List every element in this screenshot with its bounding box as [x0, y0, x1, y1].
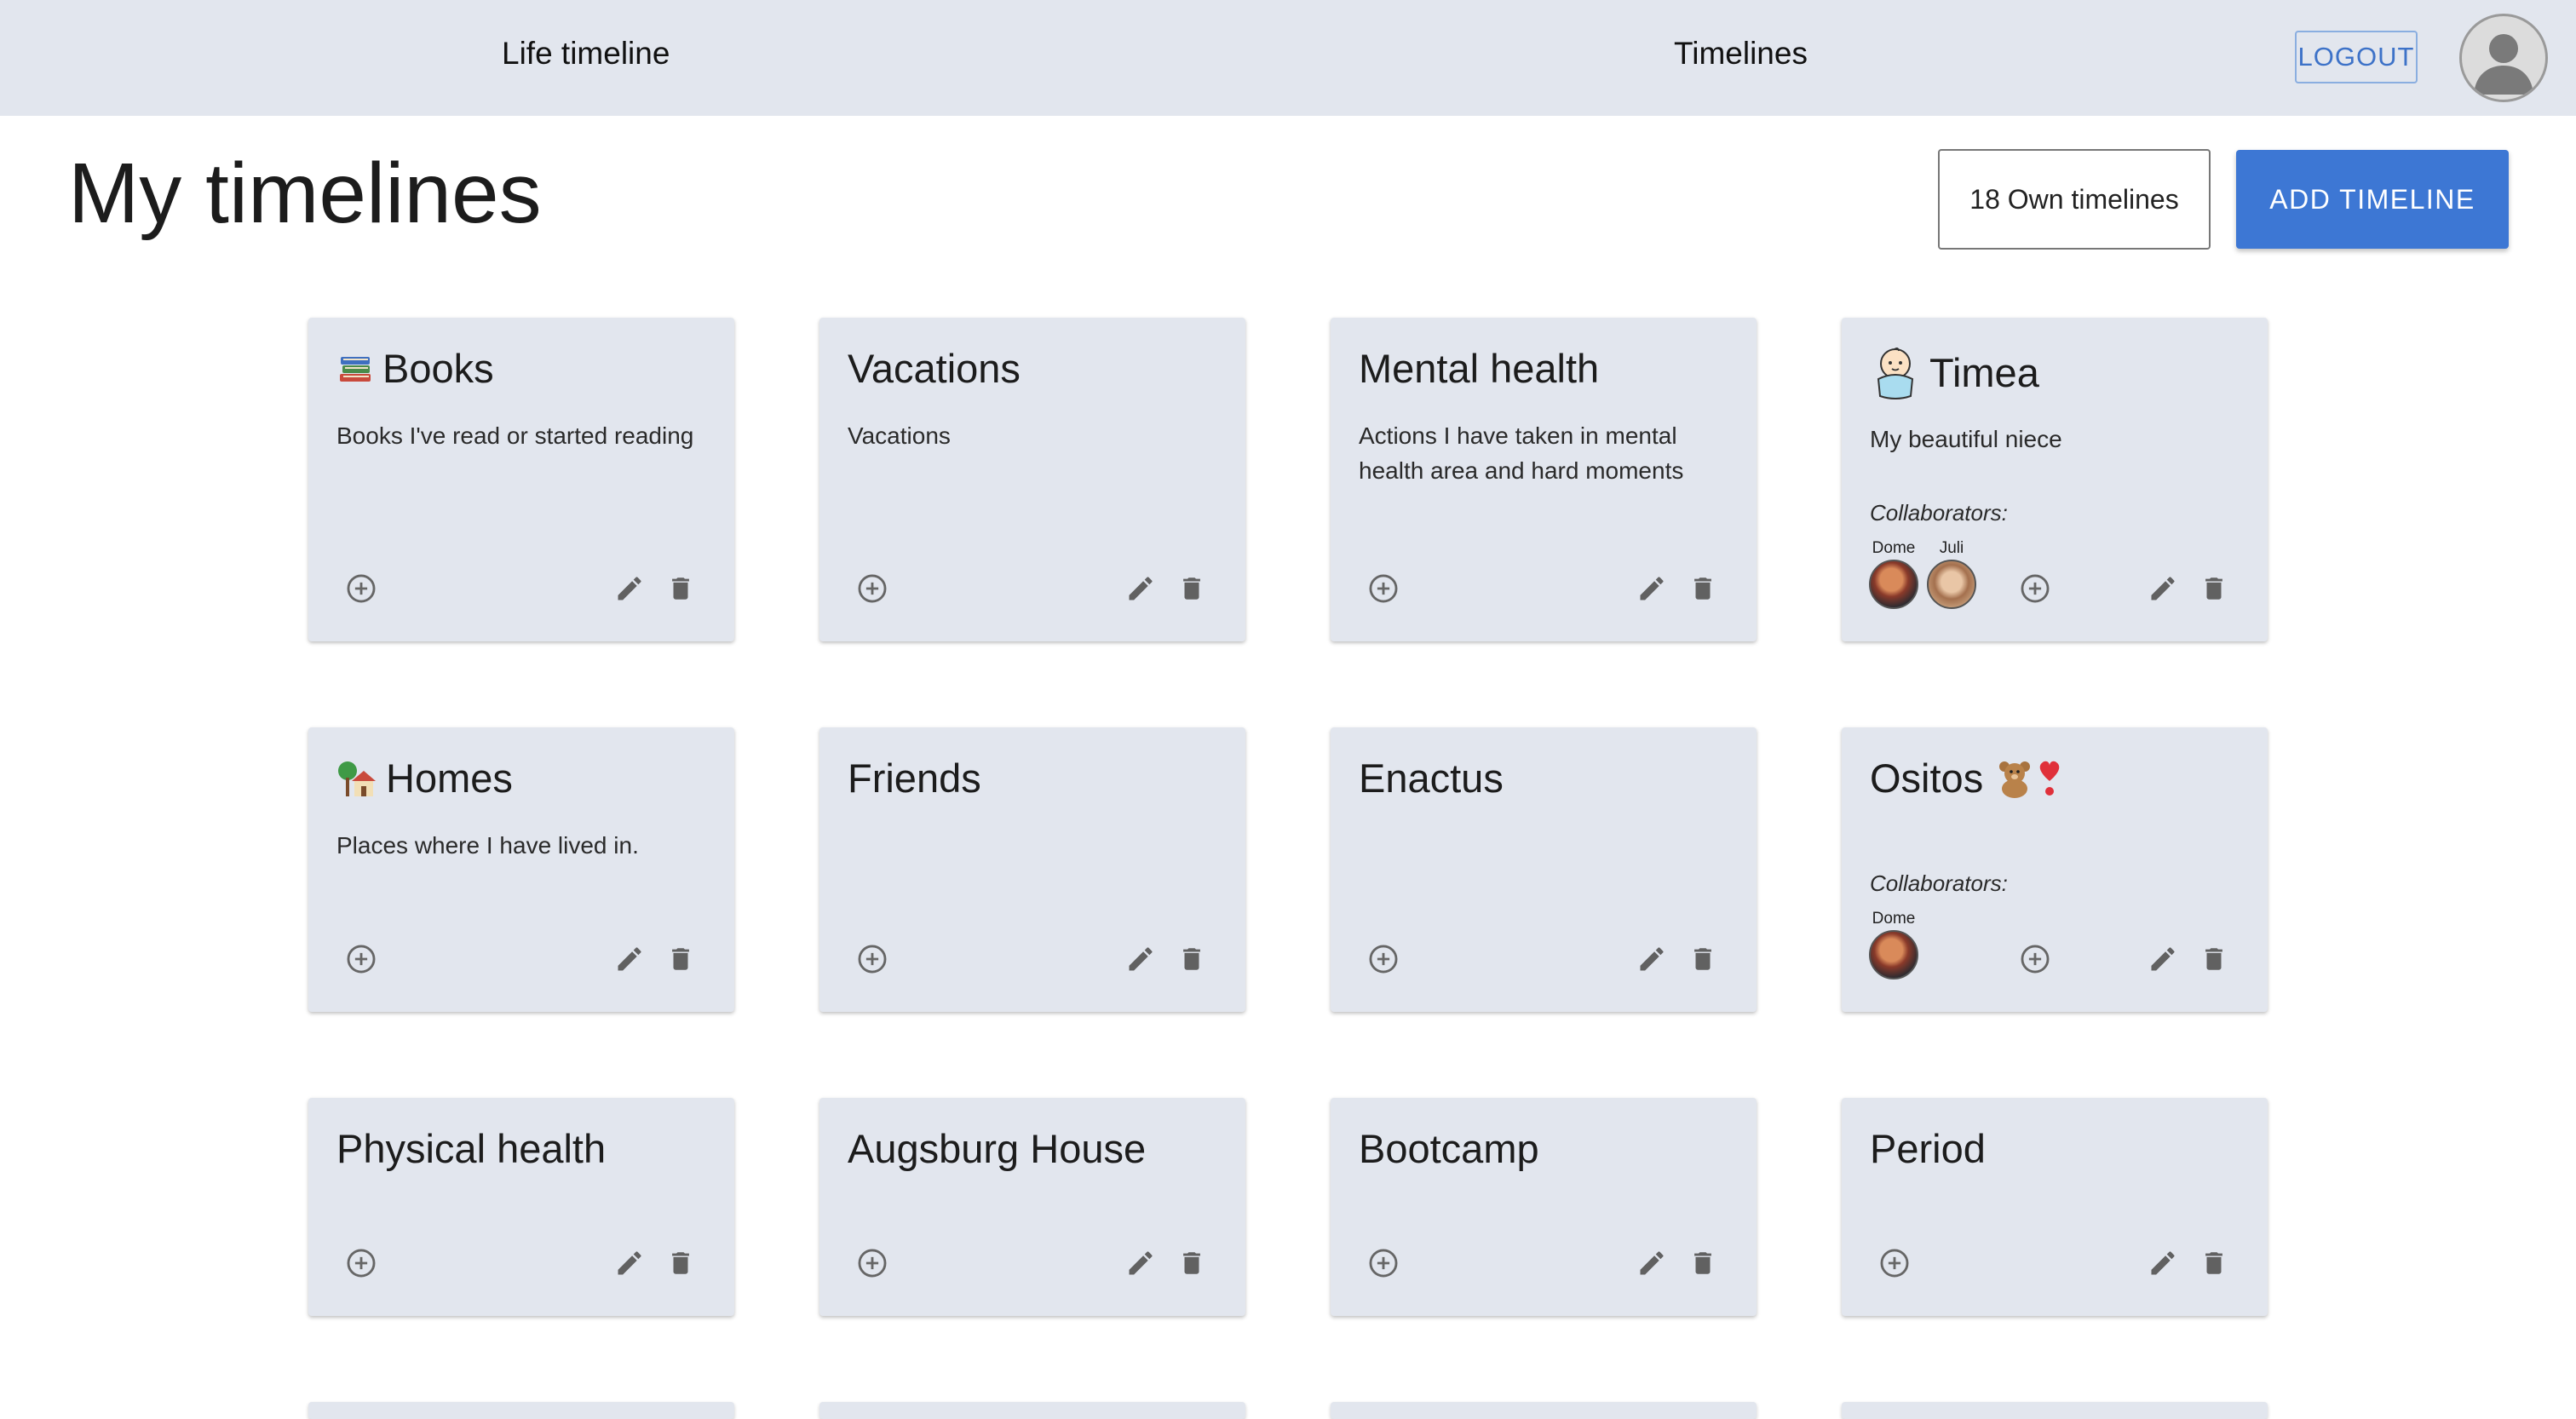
- edit-icon[interactable]: [611, 570, 648, 607]
- add-event-icon[interactable]: [1365, 1244, 1402, 1282]
- delete-icon[interactable]: [2195, 1244, 2233, 1282]
- add-event-icon[interactable]: [342, 940, 380, 978]
- card-title: Mental health: [1359, 346, 1600, 391]
- timeline-card-physical-health[interactable]: Physical health: [308, 1098, 734, 1316]
- card-title: Books: [336, 345, 494, 392]
- card-title: Period: [1870, 1126, 1986, 1171]
- delete-icon[interactable]: [1173, 940, 1210, 978]
- collaborator-avatar: [1927, 560, 1976, 609]
- timeline-card-friends[interactable]: Friends: [819, 727, 1245, 1012]
- books-icon: [336, 350, 374, 388]
- timeline-card-homes[interactable]: Homes Places where I have lived in.: [308, 727, 734, 1012]
- heart-exclamation-icon: [2038, 759, 2061, 798]
- collaborators-label: Collaborators:: [1870, 870, 2008, 896]
- card-description: Actions I have taken in mental health ar…: [1359, 422, 1684, 484]
- nav-life-timeline[interactable]: Life timeline: [502, 36, 670, 72]
- collaborator[interactable]: Juli: [1925, 539, 1978, 609]
- collaborator-name: Juli: [1939, 539, 1964, 557]
- add-event-icon[interactable]: [854, 1244, 891, 1282]
- timeline-card-timea[interactable]: Timea My beautiful niece Collaborators: …: [1842, 318, 2268, 641]
- baby-icon: [1870, 345, 1921, 399]
- add-event-icon[interactable]: [2016, 940, 2054, 978]
- card-title-text: Homes: [386, 755, 513, 801]
- card-title: Timea: [1870, 345, 2039, 399]
- card-description: Books I've read or started reading: [336, 422, 694, 449]
- card-title: Vacations: [848, 346, 1021, 391]
- delete-icon[interactable]: [1684, 570, 1722, 607]
- card-title: Homes: [336, 755, 513, 801]
- edit-icon[interactable]: [1633, 570, 1670, 607]
- timeline-card-augsburg-house[interactable]: Augsburg House: [819, 1098, 1245, 1316]
- edit-icon[interactable]: [2144, 1244, 2182, 1282]
- add-event-icon[interactable]: [342, 1244, 380, 1282]
- timeline-card-books[interactable]: Books Books I've read or started reading: [308, 318, 734, 641]
- edit-icon[interactable]: [611, 1244, 648, 1282]
- page-title: My timelines: [68, 146, 542, 241]
- card-description: My beautiful niece: [1870, 426, 2062, 452]
- delete-icon[interactable]: [1684, 940, 1722, 978]
- timeline-card-partial[interactable]: [1331, 1402, 1757, 1419]
- teddy-bear-icon: [1995, 759, 2034, 798]
- card-title: Augsburg House: [848, 1126, 1147, 1171]
- timeline-card-bootcamp[interactable]: Bootcamp: [1331, 1098, 1757, 1316]
- collaborator[interactable]: Dome: [1867, 539, 1920, 609]
- add-event-icon[interactable]: [854, 570, 891, 607]
- timeline-card-partial[interactable]: [819, 1402, 1245, 1419]
- house-icon: [336, 759, 377, 798]
- edit-icon[interactable]: [2144, 570, 2182, 607]
- user-avatar-icon[interactable]: [2459, 14, 2548, 102]
- edit-icon[interactable]: [1122, 1244, 1159, 1282]
- add-event-icon[interactable]: [1876, 1244, 1913, 1282]
- edit-icon[interactable]: [1633, 1244, 1670, 1282]
- timeline-card-partial[interactable]: [308, 1402, 734, 1419]
- timeline-card-period[interactable]: Period: [1842, 1098, 2268, 1316]
- delete-icon[interactable]: [1173, 1244, 1210, 1282]
- add-event-icon[interactable]: [342, 570, 380, 607]
- add-event-icon[interactable]: [1365, 940, 1402, 978]
- timeline-card-mental-health[interactable]: Mental health Actions I have taken in me…: [1331, 318, 1757, 641]
- add-timeline-button[interactable]: ADD TIMELINE: [2236, 150, 2509, 249]
- card-title: Bootcamp: [1359, 1126, 1539, 1171]
- delete-icon[interactable]: [2195, 570, 2233, 607]
- timeline-card-ositos[interactable]: Ositos Collaborators: Dome: [1842, 727, 2268, 1012]
- edit-icon[interactable]: [1122, 940, 1159, 978]
- collaborator[interactable]: Dome: [1867, 910, 1920, 980]
- delete-icon[interactable]: [662, 940, 699, 978]
- own-timelines-count[interactable]: 18 Own timelines: [1938, 149, 2211, 250]
- card-title: Friends: [848, 755, 981, 801]
- delete-icon[interactable]: [1684, 1244, 1722, 1282]
- card-description: Places where I have lived in.: [336, 832, 639, 859]
- logout-button[interactable]: LOGOUT: [2295, 31, 2418, 83]
- edit-icon[interactable]: [2144, 940, 2182, 978]
- collaborator-avatar: [1869, 560, 1918, 609]
- collaborator-avatar: [1869, 930, 1918, 980]
- card-description: Vacations: [848, 422, 951, 449]
- card-title: Ositos: [1870, 755, 2070, 801]
- card-title: Enactus: [1359, 755, 1504, 801]
- edit-icon[interactable]: [1122, 570, 1159, 607]
- collaborator-name: Dome: [1872, 539, 1916, 557]
- delete-icon[interactable]: [1173, 570, 1210, 607]
- card-title-text: Books: [382, 346, 494, 391]
- nav-timelines[interactable]: Timelines: [1674, 36, 1808, 72]
- card-title-text: Timea: [1929, 349, 2039, 395]
- timeline-card-partial[interactable]: [1842, 1402, 2268, 1419]
- edit-icon[interactable]: [611, 940, 648, 978]
- collaborators-label: Collaborators:: [1870, 500, 2008, 526]
- timeline-card-enactus[interactable]: Enactus: [1331, 727, 1757, 1012]
- app-bar: Life timeline Timelines LOGOUT: [0, 0, 2576, 116]
- timeline-card-vacations[interactable]: Vacations Vacations: [819, 318, 1245, 641]
- delete-icon[interactable]: [662, 570, 699, 607]
- add-event-icon[interactable]: [2016, 570, 2054, 607]
- add-event-icon[interactable]: [854, 940, 891, 978]
- add-event-icon[interactable]: [1365, 570, 1402, 607]
- card-title-text: Ositos: [1870, 755, 1984, 801]
- delete-icon[interactable]: [662, 1244, 699, 1282]
- collaborator-name: Dome: [1872, 910, 1916, 928]
- delete-icon[interactable]: [2195, 940, 2233, 978]
- card-title: Physical health: [336, 1126, 607, 1171]
- edit-icon[interactable]: [1633, 940, 1670, 978]
